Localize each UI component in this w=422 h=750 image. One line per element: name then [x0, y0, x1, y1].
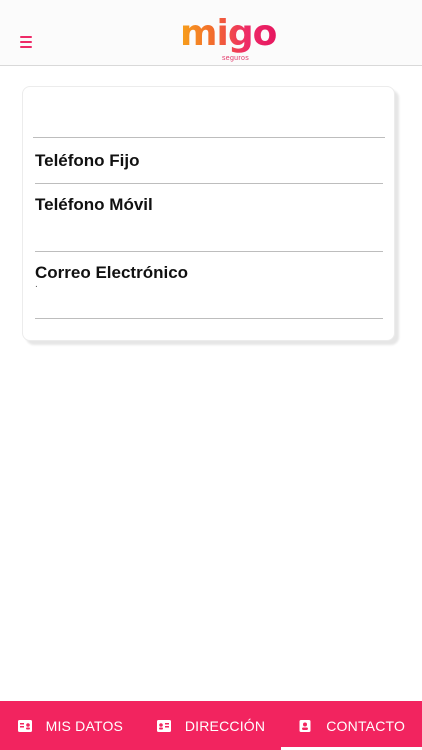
- tab-direccion[interactable]: DIRECCIÓN: [141, 701, 282, 750]
- address-card-icon: [156, 719, 171, 732]
- tab-direccion-label: DIRECCIÓN: [184, 717, 266, 734]
- contact-icon: [299, 719, 311, 732]
- mobile-phone-label: Teléfono Móvil: [35, 195, 153, 214]
- id-card-icon: [17, 719, 32, 732]
- hamburger-menu-icon[interactable]: [18, 34, 36, 50]
- landline-phone-value[interactable]: [35, 171, 375, 193]
- divider: [35, 251, 383, 252]
- contact-field-value-1[interactable]: [35, 105, 375, 127]
- tab-contacto[interactable]: CONTACTO: [281, 701, 422, 750]
- divider: [35, 318, 383, 319]
- mobile-phone-value[interactable]: [35, 221, 375, 243]
- tab-mis-datos-label: MIS DATOS: [45, 717, 124, 734]
- bottom-tab-bar: MIS DATOS DIRECCIÓN CONTACTO: [0, 701, 422, 750]
- logo-subtext: seguros: [222, 55, 250, 62]
- divider: [35, 183, 383, 184]
- migo-logo: migo seguros: [180, 14, 280, 68]
- app-header: migo seguros: [0, 0, 422, 66]
- tab-mis-datos[interactable]: MIS DATOS: [0, 701, 141, 750]
- contact-card: Teléfono Fijo Teléfono Móvil Correo Elec…: [22, 86, 395, 341]
- tab-contacto-label: CONTACTO: [326, 717, 406, 734]
- email-value[interactable]: .: [35, 279, 375, 301]
- divider: [33, 137, 385, 138]
- landline-phone-label: Teléfono Fijo: [35, 151, 140, 170]
- logo-wordmark: migo: [180, 13, 277, 54]
